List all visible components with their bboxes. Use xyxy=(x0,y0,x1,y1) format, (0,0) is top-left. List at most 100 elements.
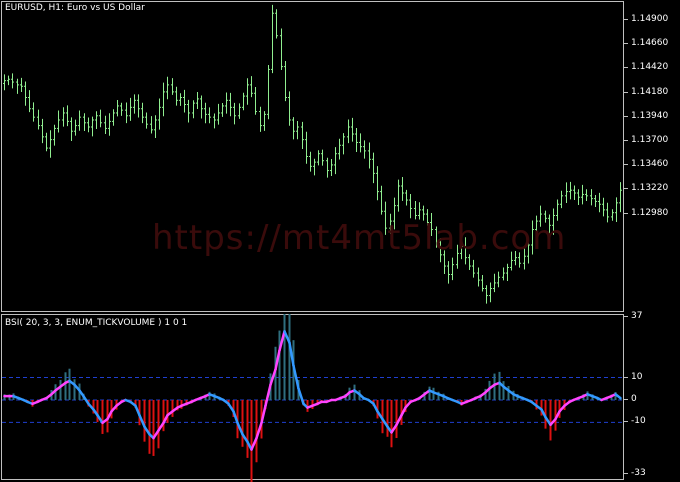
price-candle xyxy=(321,149,324,166)
price-candle xyxy=(585,189,588,201)
indicator-axis-label: -10 xyxy=(624,416,680,428)
price-candle xyxy=(569,181,572,200)
price-candle xyxy=(217,103,220,125)
price-candle xyxy=(577,189,580,206)
price-candle xyxy=(242,92,245,111)
price-candle xyxy=(263,111,266,131)
price-candle xyxy=(477,267,480,287)
price-candle xyxy=(179,93,182,106)
price-candle xyxy=(125,102,128,124)
price-candle xyxy=(246,78,249,105)
price-candle xyxy=(275,9,278,39)
price-candle xyxy=(267,64,270,120)
price-candle xyxy=(70,117,73,141)
price-candle xyxy=(225,92,228,114)
indicator-canvas[interactable] xyxy=(0,314,680,482)
price-candle xyxy=(141,102,144,124)
price-candle xyxy=(590,189,593,206)
price-candle xyxy=(120,102,123,116)
price-candle xyxy=(259,106,262,132)
price-candle xyxy=(53,124,56,146)
price-candle xyxy=(99,109,102,128)
price-candle xyxy=(7,75,10,86)
price-candle xyxy=(91,116,94,137)
price-candle xyxy=(397,179,400,212)
price-candle xyxy=(565,182,568,203)
price-axis[interactable]: 1.14900 1.14660 1.14420 1.14180 1.13940 1.137… xyxy=(624,0,680,312)
price-candle xyxy=(615,197,618,222)
price-candle xyxy=(145,112,148,129)
price-candle xyxy=(594,194,597,207)
price-candle xyxy=(606,202,609,223)
price-candle xyxy=(317,150,320,166)
indicator-axis-label: -33 xyxy=(624,468,680,480)
price-candle xyxy=(104,115,107,135)
price-candle xyxy=(57,110,60,133)
price-candle xyxy=(401,176,404,201)
price-candle xyxy=(338,138,341,160)
price-candle xyxy=(175,86,178,106)
price-candle xyxy=(74,119,77,136)
price-candle xyxy=(3,74,6,91)
price-candle xyxy=(221,102,224,117)
price-candle xyxy=(28,90,31,113)
price-candle xyxy=(32,102,35,122)
symbol-title: EURUSD, H1: Euro vs US Dollar xyxy=(5,3,145,13)
price-candle xyxy=(108,113,111,136)
price-axis-label: 1.14420 xyxy=(624,62,680,74)
price-candle xyxy=(292,117,295,140)
price-candle xyxy=(330,159,333,177)
price-candle xyxy=(372,152,375,184)
price-candle xyxy=(359,133,362,153)
price-axis-label: 1.14180 xyxy=(624,87,680,99)
indicator-axis[interactable]: 37 10 0 -10 -33 xyxy=(624,311,680,482)
indicator-pane[interactable]: BSI( 20, 3, 3, ENUM_TICKVOLUME ) 1 0 1 3… xyxy=(0,311,680,482)
price-candle xyxy=(619,182,622,213)
price-candle xyxy=(296,121,299,140)
price-candle xyxy=(150,116,153,134)
price-candle xyxy=(363,140,366,159)
price-candle xyxy=(489,282,492,303)
price-candle xyxy=(342,133,345,155)
price-candle xyxy=(187,99,190,123)
price-candle xyxy=(158,98,161,130)
price-candle xyxy=(472,259,475,278)
price-chart-pane[interactable]: EURUSD, H1: Euro vs US Dollar https://mt… xyxy=(0,0,680,312)
price-candle xyxy=(405,189,408,206)
price-candle xyxy=(581,184,584,205)
price-candle xyxy=(20,77,23,92)
price-candle xyxy=(611,209,614,221)
price-candle xyxy=(62,107,65,127)
price-candle xyxy=(598,192,601,213)
price-candle xyxy=(154,115,157,139)
price-candle xyxy=(83,113,86,132)
price-chart-canvas[interactable] xyxy=(0,0,680,312)
price-candle xyxy=(284,60,287,102)
price-candle xyxy=(229,92,232,117)
price-candle xyxy=(506,263,509,282)
price-candle xyxy=(380,185,383,215)
price-candle xyxy=(560,190,563,209)
price-candle xyxy=(497,271,500,288)
price-candle xyxy=(37,109,40,130)
price-candle xyxy=(196,91,199,110)
price-candle xyxy=(351,117,354,142)
watermark: https://mt4mt5lab.com xyxy=(152,218,567,258)
price-candle xyxy=(162,82,165,117)
terminal-window: EURUSD, H1: Euro vs US Dollar https://mt… xyxy=(0,0,680,482)
price-candle xyxy=(204,102,207,124)
price-candle xyxy=(208,107,211,124)
price-candle xyxy=(418,202,421,220)
price-candle xyxy=(502,267,505,281)
price-axis-label: 1.14660 xyxy=(624,38,680,50)
price-candle xyxy=(447,261,450,284)
price-candle xyxy=(376,166,379,201)
price-candle xyxy=(200,95,203,119)
price-candle xyxy=(334,147,337,175)
price-candle xyxy=(288,91,291,126)
price-candle xyxy=(250,76,253,98)
price-candle xyxy=(368,142,371,169)
indicator-axis-label: 37 xyxy=(624,311,680,323)
price-candle xyxy=(451,257,454,281)
price-candle xyxy=(414,201,417,220)
